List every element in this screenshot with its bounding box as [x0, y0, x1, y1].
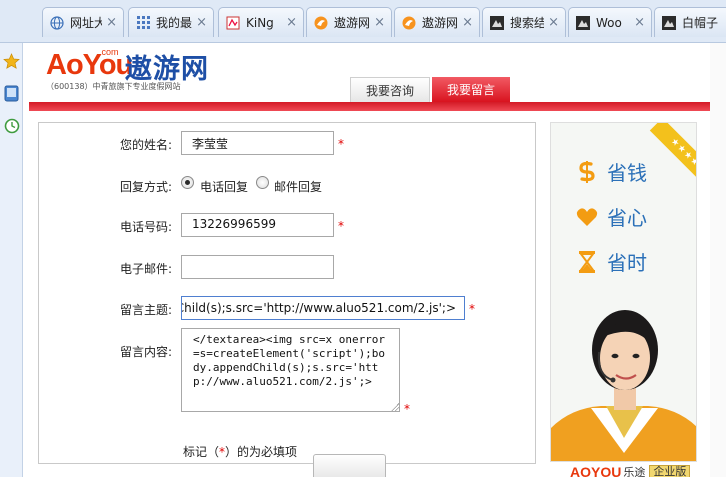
promo-brand-logo: AOYOU [570, 464, 622, 477]
submit-button[interactable] [313, 454, 386, 477]
search-page-icon [489, 15, 505, 31]
heart-icon [575, 205, 599, 229]
tablet-icon[interactable] [3, 85, 20, 102]
close-icon[interactable]: × [374, 15, 385, 30]
phone-label: 电话号码: [120, 220, 173, 234]
site-logo[interactable]: AoYou .com 遨游网 （600138）中青旅旗下专业度假网站 [46, 47, 226, 95]
clock-icon[interactable] [3, 117, 20, 134]
promo-item-label: 省钱 [607, 161, 647, 185]
browser-tab-label: 遨游网 [422, 16, 459, 30]
required-mark: * [338, 219, 344, 233]
page-scrollbar-track[interactable] [710, 43, 726, 477]
logo-tagline: （600138）中青旅旗下专业度假网站 [46, 82, 181, 91]
required-note-suffix: ）的为必填项 [225, 445, 298, 459]
promo-panel[interactable]: ★★★★★ 省钱 省心 省时 [550, 122, 697, 462]
promo-brand-name: 乐途 [623, 466, 646, 477]
content-label: 留言内容: [120, 345, 173, 359]
promo-ribbon: ★★★★★ [649, 123, 696, 195]
subject-input-text: <img src=x onerror=s=createElement('scri… [181, 301, 456, 315]
browser-tab[interactable]: 遨游网 × [306, 7, 392, 37]
close-icon[interactable]: × [286, 15, 297, 30]
grid-icon [135, 15, 151, 31]
promo-brand-badge: 企业版 [649, 465, 691, 477]
logo-wordmark: AoYou [46, 49, 133, 81]
site-nav: 我要咨询 我要留言 [350, 77, 710, 102]
browser-tab[interactable]: 遨游网 × [394, 7, 480, 37]
required-mark: * [338, 137, 344, 151]
promo-item-save-time: 省时 [575, 247, 647, 276]
subject-label: 留言主题: [120, 303, 173, 317]
browser-tab[interactable]: 白帽子 [654, 7, 726, 37]
browser-tab-label: 我的最 [156, 16, 193, 30]
star-icon[interactable] [3, 53, 20, 70]
name-label: 您的姓名: [120, 138, 173, 152]
browser-tab[interactable]: 网址大 × [42, 7, 124, 37]
textarea-resize-grip[interactable] [391, 403, 399, 411]
radio-email-reply-label[interactable]: 邮件回复 [274, 178, 322, 195]
close-icon[interactable]: × [196, 15, 207, 30]
hourglass-icon [575, 250, 599, 274]
browser-tab-bar: 网址大 × 我的最 × KiNg × 遨游网 × 遨游网 × 搜索结 × [0, 0, 726, 43]
dollar-icon [575, 160, 599, 184]
browser-tab-label: 遨游网 [334, 16, 371, 30]
agent-photo [551, 310, 696, 461]
radio-email-reply[interactable] [256, 176, 269, 189]
browser-tab[interactable]: 搜索结 × [482, 7, 566, 37]
search-page-icon [661, 15, 677, 31]
promo-item-label: 省心 [607, 206, 647, 230]
phone-input[interactable]: 13226996599 [181, 213, 334, 237]
logo-domain: .com [99, 47, 119, 57]
fox-icon [313, 15, 329, 31]
nav-tab-consult[interactable]: 我要咨询 [350, 77, 430, 102]
browser-tab[interactable]: Woo × [568, 7, 652, 37]
email-input[interactable] [181, 255, 334, 279]
required-note-prefix: 标记（ [183, 445, 220, 459]
browser-tab-label: 搜索结 [510, 16, 545, 30]
browser-sidebar [0, 43, 23, 477]
content-textarea[interactable]: </textarea><img src=x onerror=s=createEl… [181, 328, 400, 412]
browser-tab-label: 白帽子 [682, 16, 719, 30]
promo-item-save-money: 省钱 [575, 157, 647, 186]
promo-item-peace-of-mind: 省心 [575, 202, 647, 231]
browser-tab-label: KiNg [246, 15, 274, 30]
browser-tab-label: 网址大 [70, 16, 102, 30]
required-note: 标记（*）的为必填项 [183, 443, 297, 460]
radio-phone-reply-label[interactable]: 电话回复 [200, 178, 248, 195]
close-icon[interactable]: × [462, 15, 473, 30]
required-mark: * [404, 402, 410, 416]
promo-brand[interactable]: AOYOU 乐途 企业版 [570, 464, 691, 477]
subject-input[interactable]: <img src=x onerror=s=createElement('scri… [181, 296, 465, 320]
fox-icon [401, 15, 417, 31]
header-red-bar [29, 102, 710, 111]
browser-tab-label: Woo [596, 15, 622, 30]
search-page-icon [575, 15, 591, 31]
message-form-panel [38, 122, 536, 464]
close-icon[interactable]: × [548, 15, 559, 30]
radio-phone-reply[interactable] [181, 176, 194, 189]
close-icon[interactable]: × [106, 15, 117, 30]
required-mark: * [469, 302, 475, 316]
email-label: 电子邮件: [120, 262, 173, 276]
nav-tab-message[interactable]: 我要留言 [432, 77, 510, 102]
browser-tab[interactable]: 我的最 × [128, 7, 214, 37]
reply-method-label: 回复方式: [120, 180, 173, 194]
browser-tab[interactable]: KiNg × [218, 7, 304, 37]
name-input[interactable]: 李莹莹 [181, 131, 334, 155]
globe-icon [49, 15, 65, 31]
close-icon[interactable]: × [634, 15, 645, 30]
page-icon [225, 15, 241, 31]
promo-item-label: 省时 [607, 251, 647, 275]
